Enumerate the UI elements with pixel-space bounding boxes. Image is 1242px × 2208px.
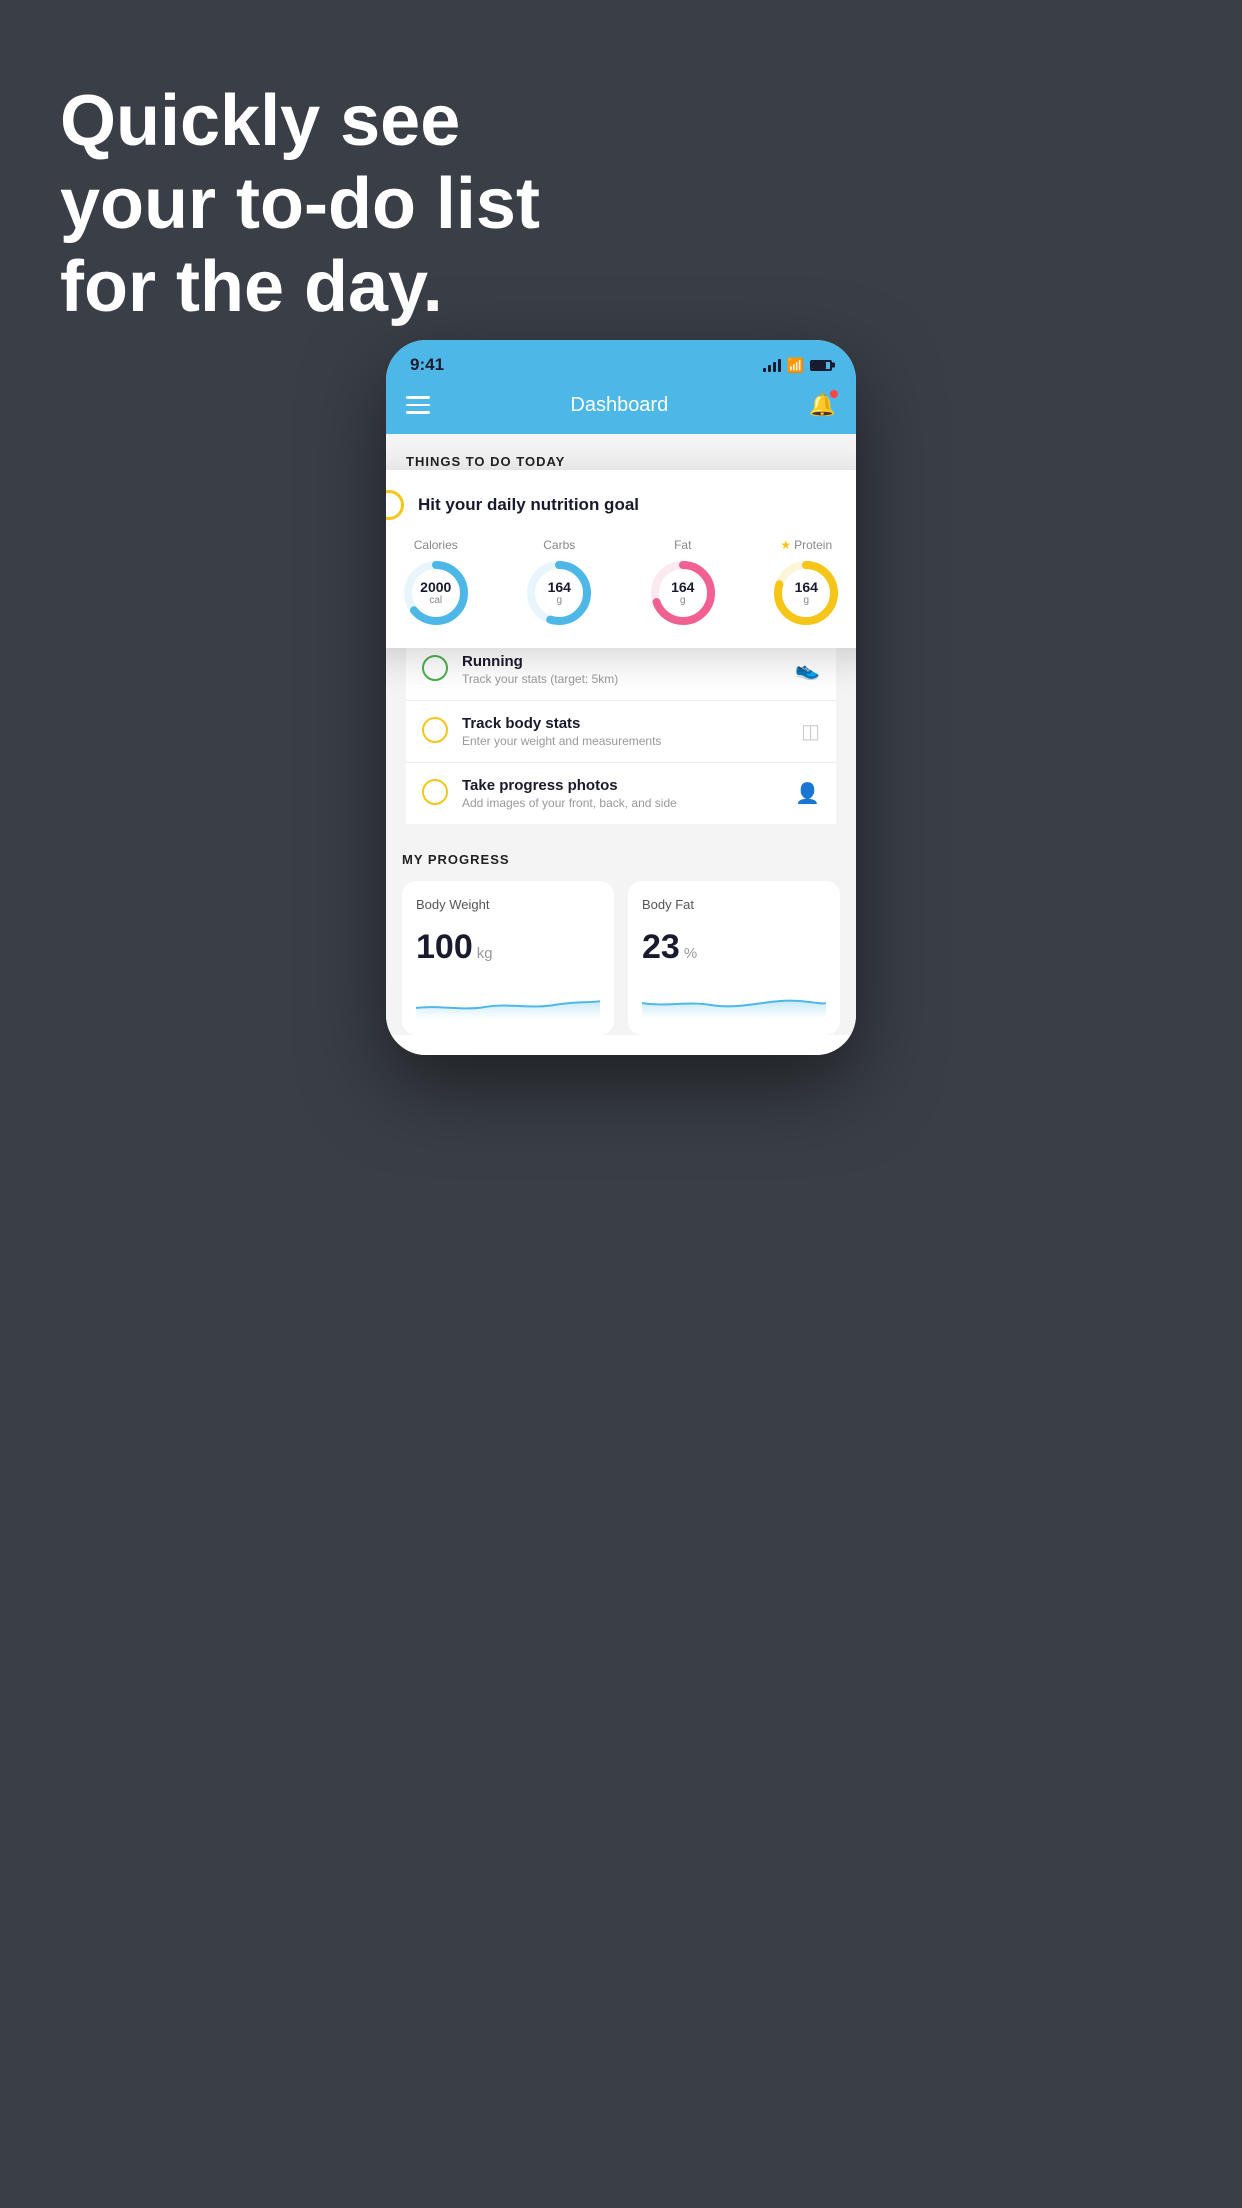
wifi-icon: 📶 [787, 357, 804, 374]
notification-button[interactable]: 🔔 [809, 392, 836, 418]
todo-photos-text: Take progress photos Add images of your … [462, 777, 781, 810]
body-fat-card[interactable]: Body Fat 23 % [628, 881, 840, 1035]
protein-label: ★ Protein [780, 538, 832, 552]
protein-value: 164 [795, 580, 818, 595]
nutrition-calories: Calories 2000 cal [401, 538, 471, 628]
body-fat-value: 23 [642, 928, 680, 967]
battery-icon [810, 360, 832, 371]
body-fat-label: Body Fat [642, 897, 826, 912]
nutrition-card: Hit your daily nutrition goal Calories [386, 470, 856, 648]
nutrition-fat: Fat 164 g [648, 538, 718, 628]
todo-circle-photos [422, 779, 448, 805]
body-weight-value-row: 100 kg [416, 928, 600, 967]
todo-check-circle[interactable] [386, 490, 404, 520]
nutrition-row: Calories 2000 cal [386, 538, 856, 628]
body-weight-value: 100 [416, 928, 473, 967]
star-icon: ★ [780, 538, 791, 552]
todo-body-stats-subtitle: Enter your weight and measurements [462, 734, 787, 748]
todo-running-text: Running Track your stats (target: 5km) [462, 653, 781, 686]
calories-label: Calories [414, 538, 458, 552]
bottom-padding [386, 1035, 856, 1055]
shoe-icon: 👟 [795, 657, 820, 682]
carbs-label: Carbs [543, 538, 575, 552]
nutrition-carbs: Carbs 164 g [524, 538, 594, 628]
carbs-donut: 164 g [524, 558, 594, 628]
status-time: 9:41 [410, 355, 444, 375]
nav-bar: Dashboard 🔔 [386, 384, 856, 434]
todo-circle-body-stats [422, 717, 448, 743]
todo-body-stats-title: Track body stats [462, 715, 787, 732]
status-icons: 📶 [763, 357, 832, 374]
body-weight-chart [416, 983, 600, 1019]
todo-running[interactable]: Running Track your stats (target: 5km) 👟 [406, 639, 836, 701]
todo-body-stats-text: Track body stats Enter your weight and m… [462, 715, 787, 748]
status-bar: 9:41 📶 [386, 340, 856, 384]
todo-progress-photos[interactable]: Take progress photos Add images of your … [406, 763, 836, 824]
body-weight-unit: kg [477, 945, 493, 962]
body-weight-card[interactable]: Body Weight 100 kg [402, 881, 614, 1035]
phone-mockup: 9:41 📶 Dashboard 🔔 T [386, 340, 856, 1055]
nutrition-card-title: Hit your daily nutrition goal [418, 495, 639, 515]
things-to-do-title: THINGS TO DO TODAY [406, 454, 836, 469]
body-fat-chart [642, 983, 826, 1019]
protein-donut: 164 g [771, 558, 841, 628]
todo-running-subtitle: Track your stats (target: 5km) [462, 672, 781, 686]
person-icon: 👤 [795, 781, 820, 806]
fat-value: 164 [671, 580, 694, 595]
carbs-value: 164 [548, 580, 571, 595]
nutrition-protein: ★ Protein 164 g [771, 538, 841, 628]
body-weight-label: Body Weight [416, 897, 600, 912]
body-fat-unit: % [684, 945, 697, 962]
hero-text: Quickly see your to-do list for the day. [60, 80, 540, 328]
notification-dot [830, 390, 838, 398]
calories-value: 2000 [420, 580, 451, 595]
menu-button[interactable] [406, 396, 430, 414]
todo-running-title: Running [462, 653, 781, 670]
todo-photos-title: Take progress photos [462, 777, 781, 794]
calories-donut: 2000 cal [401, 558, 471, 628]
todo-list: Running Track your stats (target: 5km) 👟… [406, 639, 836, 824]
todo-body-stats[interactable]: Track body stats Enter your weight and m… [406, 701, 836, 763]
fat-label: Fat [674, 538, 691, 552]
progress-cards: Body Weight 100 kg [402, 881, 840, 1035]
scale-icon: ◫ [801, 719, 820, 744]
body-fat-value-row: 23 % [642, 928, 826, 967]
nav-title: Dashboard [570, 394, 668, 417]
fat-donut: 164 g [648, 558, 718, 628]
todo-circle-running [422, 655, 448, 681]
progress-section: MY PROGRESS Body Weight 100 kg [386, 824, 856, 1035]
my-progress-title: MY PROGRESS [402, 852, 840, 867]
content-area: THINGS TO DO TODAY Hit your daily nutrit… [386, 434, 856, 824]
signal-icon [763, 358, 781, 372]
todo-photos-subtitle: Add images of your front, back, and side [462, 796, 781, 810]
